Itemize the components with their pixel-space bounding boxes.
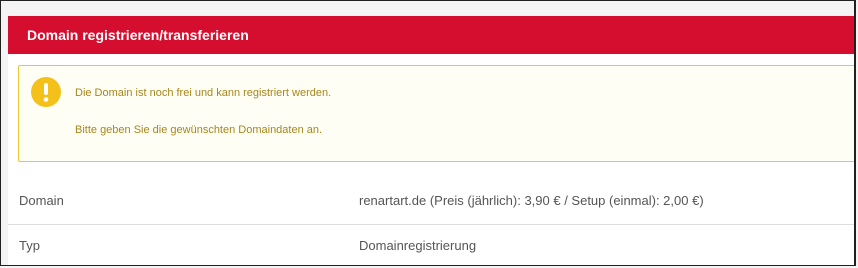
domain-value: renartart.de (Preis (jährlich): 3,90 € /… xyxy=(359,193,704,208)
type-label: Typ xyxy=(19,238,40,253)
window-frame: Domain registrieren/transferieren Die Do… xyxy=(0,0,856,266)
alert-message-instructions: Bitte geben Sie die gewünschten Domainda… xyxy=(75,124,323,136)
domain-panel: Domain registrieren/transferieren Die Do… xyxy=(8,16,854,265)
table-row-type: Typ Domainregistrierung xyxy=(8,224,854,265)
type-value: Domainregistrierung xyxy=(359,238,477,253)
exclamation-circle-icon xyxy=(31,77,61,107)
table-row-domain: Domain renartart.de (Preis (jährlich): 3… xyxy=(8,180,854,224)
info-alert: Die Domain ist noch frei und kann regist… xyxy=(18,65,854,162)
panel-title: Domain registrieren/transferieren xyxy=(8,16,854,54)
alert-message-available: Die Domain ist noch frei und kann regist… xyxy=(75,87,332,99)
domain-label: Domain xyxy=(19,193,64,208)
domain-details-table: Domain renartart.de (Preis (jährlich): 3… xyxy=(8,180,854,265)
